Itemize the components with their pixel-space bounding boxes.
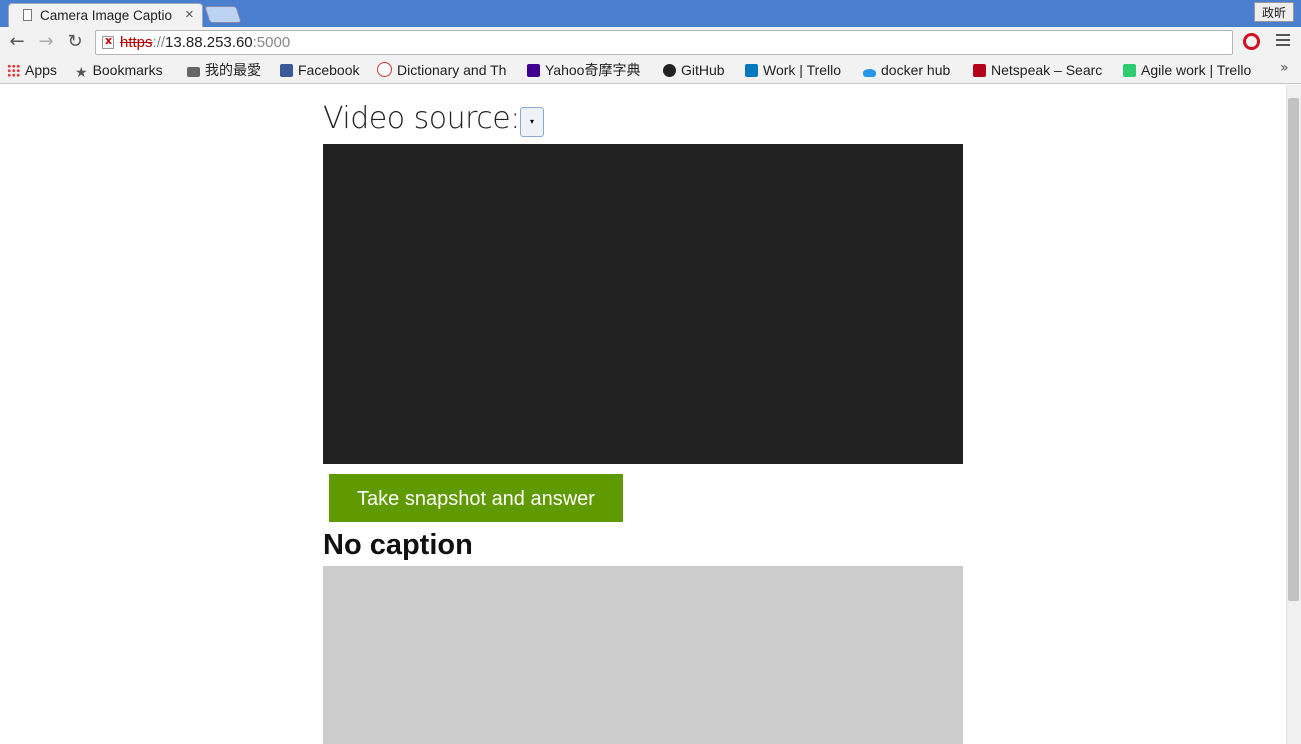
video-source-label: Video source: xyxy=(323,101,520,136)
folder-icon xyxy=(187,67,200,77)
yahoo-icon xyxy=(527,64,540,77)
insecure-x-icon: x xyxy=(105,34,113,47)
video-source-select[interactable]: ▾ xyxy=(520,107,544,137)
bookmark-label: Agile work | Trello xyxy=(1141,62,1252,78)
bookmark-apps[interactable]: Apps xyxy=(7,61,57,79)
snapshot-canvas xyxy=(323,566,963,744)
bookmark-label: Work | Trello xyxy=(763,62,842,78)
docker-icon xyxy=(863,69,876,77)
github-icon xyxy=(663,64,676,77)
url-scheme: https xyxy=(120,34,153,51)
url-host: 13.88.253.60 xyxy=(165,34,253,51)
tab-camera-image-caption[interactable]: Camera Image Captio × xyxy=(8,3,203,27)
bookmark-work-trello[interactable]: Work | Trello xyxy=(745,61,841,79)
bookmark-netspeak[interactable]: Netspeak – Searc xyxy=(973,61,1109,79)
ime-indicator[interactable]: 政昕 xyxy=(1254,2,1294,22)
netspeak-icon xyxy=(973,64,986,77)
bookmark-label: GitHub xyxy=(681,62,725,78)
trello-icon xyxy=(745,64,758,77)
page-icon xyxy=(23,9,32,21)
bookmark-facebook[interactable]: Facebook xyxy=(280,61,359,79)
star-icon: ★ xyxy=(75,64,88,80)
video-preview xyxy=(323,144,963,464)
reload-icon[interactable]: ↻ xyxy=(65,32,85,52)
back-icon[interactable]: ← xyxy=(7,32,27,52)
bookmarks-overflow-icon[interactable]: » xyxy=(1280,60,1289,76)
chrome-menu-icon[interactable] xyxy=(1276,34,1290,49)
trello-green-icon xyxy=(1123,64,1136,77)
new-tab-button[interactable] xyxy=(204,6,242,23)
bookmark-github[interactable]: GitHub xyxy=(663,61,725,79)
bookmark-yahoo-dictionary[interactable]: Yahoo奇摩字典 xyxy=(527,61,640,79)
url-text[interactable]: https://13.88.253.60:5000 xyxy=(120,34,290,51)
url-separator: :// xyxy=(152,34,166,51)
take-snapshot-button[interactable]: Take snapshot and answer xyxy=(329,474,623,522)
bookmark-docker-hub[interactable]: docker hub xyxy=(863,61,950,79)
facebook-icon xyxy=(280,64,293,77)
bookmark-label: Bookmarks xyxy=(92,62,163,78)
bookmark-label: docker hub xyxy=(881,62,951,78)
bookmark-label: Apps xyxy=(25,62,57,78)
bookmark-label: Yahoo奇摩字典 xyxy=(545,62,641,78)
bookmark-dictionary[interactable]: Dictionary and Th xyxy=(377,61,513,79)
opera-extension-icon[interactable] xyxy=(1243,33,1260,50)
merriam-webster-icon xyxy=(377,62,392,77)
bookmark-label: Dictionary and Th xyxy=(397,62,507,78)
bookmark-bookmarks[interactable]: ★ Bookmarks xyxy=(75,61,163,80)
bookmark-folder-favorites[interactable]: 我的最愛 xyxy=(187,61,261,79)
apps-grid-icon xyxy=(7,64,20,77)
bookmark-label: Facebook xyxy=(298,62,360,78)
bookmark-label: 我的最愛 xyxy=(205,62,261,78)
caption-heading: No caption xyxy=(323,529,473,561)
url-port: :5000 xyxy=(252,34,291,51)
forward-icon[interactable]: → xyxy=(36,32,56,52)
chevron-down-icon: ▾ xyxy=(529,117,534,126)
address-bar[interactable]: x https://13.88.253.60:5000 ★ xyxy=(95,30,1233,55)
tab-close-icon[interactable]: × xyxy=(185,6,194,24)
bookmark-label: Netspeak – Searc xyxy=(991,62,1103,78)
bookmark-agile-work-trello[interactable]: Agile work | Trello xyxy=(1123,61,1260,79)
tab-title: Camera Image Captio xyxy=(40,8,173,23)
scrollbar-thumb[interactable] xyxy=(1288,98,1299,601)
